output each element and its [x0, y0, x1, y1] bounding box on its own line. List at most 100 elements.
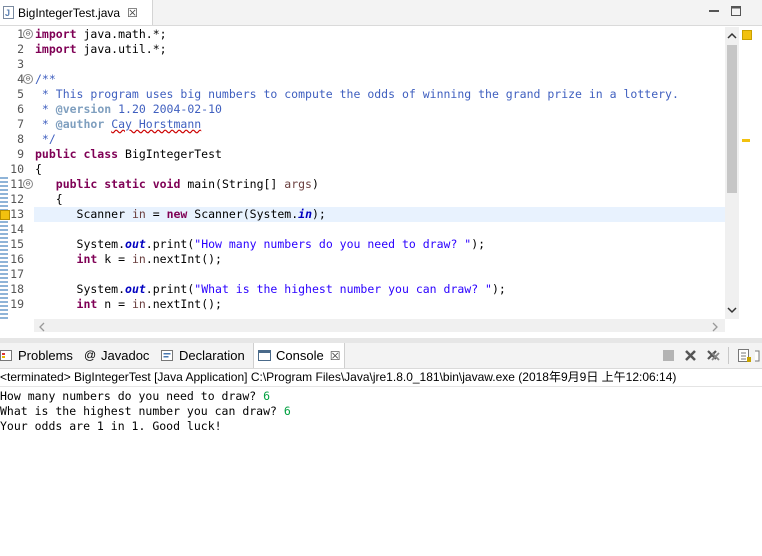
line-number: 2: [0, 42, 34, 57]
minimize-icon[interactable]: [707, 4, 721, 18]
remove-all-terminated-icon[interactable]: [706, 348, 721, 363]
console-line: Your odds are 1 in 1. Good luck!: [0, 419, 222, 433]
horizontal-scrollbar[interactable]: [34, 319, 725, 332]
console-line: What is the highest number you can draw?…: [0, 404, 291, 418]
declaration-icon: [161, 349, 174, 362]
line-number-text: 15: [10, 237, 24, 251]
line-number-text: 2: [17, 42, 24, 56]
line-number: 16: [0, 252, 34, 267]
tab-label: Problems: [18, 348, 73, 363]
line-number-text: 14: [10, 222, 24, 236]
scrollbar-thumb[interactable]: [727, 45, 737, 193]
line-number-text: 13: [10, 207, 24, 221]
java-file-icon: J: [3, 6, 14, 19]
scroll-down-icon[interactable]: [727, 304, 737, 314]
warning-marker-icon[interactable]: [742, 30, 752, 40]
close-icon[interactable]: ☒: [330, 349, 341, 363]
line-number: 7: [0, 117, 34, 132]
editor-tab-bar: J BigIntegerTest.java ☒: [0, 0, 762, 26]
line-number-text: 5: [17, 87, 24, 101]
line-number-text: 10: [10, 162, 24, 176]
line-number-text: 16: [10, 252, 24, 266]
console-line: How many numbers do you need to draw? 6: [0, 389, 271, 403]
line-number-text: 18: [10, 282, 24, 296]
code-line: */: [35, 132, 56, 146]
code-line: * @version 1.20 2004-02-10: [35, 102, 222, 116]
code-area[interactable]: import java.math.*; import java.util.*; …: [35, 27, 725, 319]
remove-launch-icon[interactable]: [683, 348, 698, 363]
line-number: 11 ⊖: [0, 177, 34, 192]
problems-icon: [0, 349, 13, 362]
line-number: 14: [0, 222, 34, 237]
scroll-up-icon[interactable]: [727, 30, 737, 40]
overview-ruler: [739, 27, 753, 319]
line-number: 8: [0, 132, 34, 147]
line-number: 10: [0, 162, 34, 177]
line-number: 19: [0, 297, 34, 312]
code-line: System.out.print("How many numbers do yo…: [35, 237, 486, 251]
close-icon[interactable]: ☒: [127, 6, 138, 20]
tab-label: Console: [276, 348, 324, 363]
code-line: /**: [35, 72, 56, 86]
annotation-marker-icon[interactable]: [742, 139, 750, 142]
svg-text:J: J: [5, 8, 10, 18]
code-line: import java.util.*;: [35, 42, 167, 56]
code-line: Scanner in = new Scanner(System.in);: [35, 207, 326, 221]
at-sign-icon: @: [84, 348, 97, 362]
code-line: int n = in.nextInt();: [76, 297, 222, 311]
code-line: {: [35, 192, 63, 206]
more-icon[interactable]: [755, 349, 762, 363]
line-number-text: 6: [17, 102, 24, 116]
line-number: 6: [0, 102, 34, 117]
line-number: 3: [0, 57, 34, 72]
line-number: 17: [0, 267, 34, 282]
scroll-right-icon[interactable]: [710, 321, 720, 332]
fold-toggle-icon[interactable]: ⊖: [23, 29, 33, 39]
line-number: 13: [0, 207, 34, 222]
maximize-icon[interactable]: [729, 4, 743, 18]
editor-panel: J BigIntegerTest.java ☒ 1 ⊖ 2 3 4 ⊖ 5 6 7 8 9 10 11 ⊖…: [0, 0, 762, 338]
tab-problems[interactable]: Problems: [0, 343, 73, 368]
terminate-icon[interactable]: [661, 348, 676, 363]
code-line: import java.math.*;: [35, 27, 167, 41]
warning-icon[interactable]: [0, 210, 10, 220]
scroll-lock-icon[interactable]: [737, 348, 752, 363]
line-number-text: 17: [10, 267, 24, 281]
console-status: <terminated> BigIntegerTest [Java Applic…: [0, 369, 762, 387]
tab-label: Javadoc: [101, 348, 150, 363]
fold-toggle-icon[interactable]: ⊖: [23, 179, 33, 189]
tab-declaration[interactable]: Declaration: [161, 343, 245, 368]
code-line: public class BigIntegerTest: [35, 147, 222, 161]
line-number-text: 19: [10, 297, 24, 311]
fold-toggle-icon[interactable]: ⊖: [23, 74, 33, 84]
scroll-left-icon[interactable]: [37, 321, 47, 332]
code-line: {: [35, 162, 42, 176]
line-number: 12: [0, 192, 34, 207]
view-tab-bar: Problems @ Javadoc Declaration Console ☒: [0, 343, 762, 369]
console-output[interactable]: How many numbers do you need to draw? 6 …: [0, 387, 762, 556]
line-number: 15: [0, 237, 34, 252]
toolbar-separator: [728, 347, 729, 364]
code-line: public static void main(String[] args): [55, 177, 319, 191]
console-icon: [258, 349, 271, 362]
code-line: int k = in.nextInt();: [76, 252, 222, 266]
editor-tab-label: BigIntegerTest.java: [18, 5, 121, 20]
code-line: System.out.print("What is the highest nu…: [35, 282, 506, 296]
line-number-text: 9: [17, 147, 24, 161]
line-number-text: 12: [10, 192, 24, 206]
line-number-text: 3: [17, 57, 24, 71]
vertical-scrollbar[interactable]: [725, 27, 739, 319]
tab-console[interactable]: Console ☒: [253, 343, 346, 368]
tab-javadoc[interactable]: @ Javadoc: [84, 343, 149, 368]
line-number-gutter: 1 ⊖ 2 3 4 ⊖ 5 6 7 8 9 10 11 ⊖ 12 13 14 15 16 17 18 19: [0, 27, 34, 319]
tab-label: Declaration: [179, 348, 245, 363]
code-line: * This program uses big numbers to compu…: [35, 87, 679, 101]
line-number: 18: [0, 282, 34, 297]
line-number-text: 11: [10, 177, 24, 191]
editor-tab[interactable]: J BigIntegerTest.java ☒: [0, 0, 153, 25]
line-number: 5: [0, 87, 34, 102]
code-line: * @author Cay Horstmann: [35, 117, 202, 131]
line-number: 4 ⊖: [0, 72, 34, 87]
line-number: 1 ⊖: [0, 27, 34, 42]
line-number: 9: [0, 147, 34, 162]
